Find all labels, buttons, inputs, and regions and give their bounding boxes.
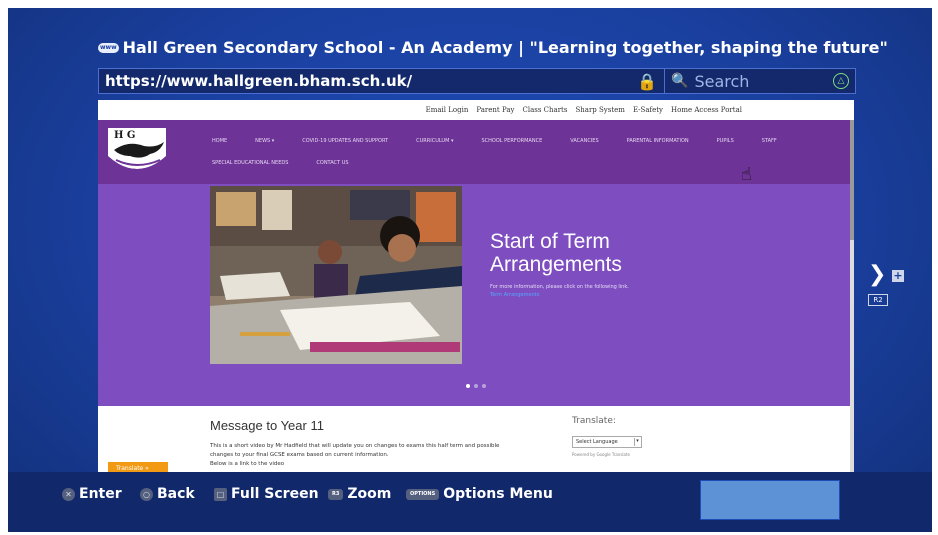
nav-school-performance[interactable]: SCHOOL PERFORMANCE [482,138,543,144]
enter-control[interactable]: ✕ Enter [62,486,122,502]
carousel-dots [466,384,486,388]
scrollbar-thumb[interactable] [850,120,854,240]
circle-button-icon: ○ [140,487,153,501]
nav-row-1: HOME NEWS ▾ COVID-19 UPDATES AND SUPPORT… [212,138,777,144]
top-link-class-charts[interactable]: Class Charts [523,106,568,114]
carousel-dot-1[interactable] [466,384,470,388]
nav-contact-us[interactable]: CONTACT US [316,160,348,166]
nav-vacancies[interactable]: VACANCIES [570,138,598,144]
hero-link[interactable]: Term Arrangements [490,292,539,298]
translate-label: Translate: [572,416,616,426]
square-button-icon: □ [214,487,227,501]
nav-covid-updates[interactable]: COVID-19 UPDATES AND SUPPORT [302,138,388,144]
hero-title: Start of Term Arrangements [490,230,622,276]
webpage-viewport[interactable]: Email Login Parent Pay Class Charts Shar… [98,100,854,472]
url-text: https://www.hallgreen.bham.sch.uk/ [105,72,413,90]
top-links: Email Login Parent Pay Class Charts Shar… [426,106,742,114]
nav-curriculum[interactable]: CURRICULUM ▾ [416,138,453,144]
options-button-icon: OPTIONS [406,488,440,500]
svg-text:H G: H G [114,130,135,141]
hand-cursor-icon: ☝ [741,164,752,185]
blank-preview-box [700,480,840,520]
top-link-e-safety[interactable]: E-Safety [633,106,663,114]
www-icon: www [98,42,119,53]
carousel-dot-2[interactable] [474,384,478,388]
nav-parental-information[interactable]: PARENTAL INFORMATION [627,138,689,144]
cross-button-icon: ✕ [62,487,75,501]
hero-photo [210,186,462,364]
school-logo[interactable]: H G [104,126,170,178]
message-body: This is a short video by Mr Hadfield tha… [210,443,500,467]
search-icon: 🔍 [671,73,689,89]
site-nav-bar: H G HOME NEWS ▾ COVID-19 UPDATES AND SUP… [98,120,854,185]
triangle-button-icon: △ [833,73,849,89]
top-link-sharp-system[interactable]: Sharp System [575,106,624,114]
full-screen-control[interactable]: □ Full Screen [214,486,319,502]
options-menu-control[interactable]: OPTIONS Options Menu [406,486,553,502]
nav-pupils[interactable]: PUPILS [717,138,734,144]
page-title: Hall Green Secondary School - An Academy… [122,38,888,57]
zoom-control[interactable]: R3 Zoom [328,486,391,502]
top-link-parent-pay[interactable]: Parent Pay [476,106,514,114]
nav-home[interactable]: HOME [212,138,227,144]
message-title: Message to Year 11 [210,418,324,433]
ps4-browser-screen: www Hall Green Secondary School - An Aca… [8,8,932,532]
r3-button-icon: R3 [328,488,344,500]
nav-special-educational-needs[interactable]: SPECIAL EDUCATIONAL NEEDS [212,160,288,166]
back-control[interactable]: ○ Back [140,486,195,502]
chevron-down-icon: ▾ [634,438,640,446]
top-link-email-login[interactable]: Email Login [426,106,469,114]
lock-icon: 🔒 [637,72,657,91]
top-link-home-access-portal[interactable]: Home Access Portal [671,106,742,114]
carousel-dot-3[interactable] [482,384,486,388]
chevron-right-icon[interactable]: ❯ [868,262,886,287]
powered-by-text: Powered by Google Translate [572,452,630,457]
nav-row-2: SPECIAL EDUCATIONAL NEEDS CONTACT US [212,160,349,166]
translate-button[interactable]: Translate » [108,462,168,472]
page-title-bar: www Hall Green Secondary School - An Aca… [98,38,888,57]
new-tab-plus-icon[interactable]: + [892,270,904,282]
url-bar[interactable]: https://www.hallgreen.bham.sch.uk/ 🔒 [98,68,666,94]
hero-banner: Start of Term Arrangements For more info… [98,184,854,406]
search-placeholder: Search [694,71,750,91]
hero-subtitle: For more information, please click on th… [490,284,629,290]
nav-news[interactable]: NEWS ▾ [255,138,274,144]
r2-button-icon: R2 [868,294,888,306]
search-bar[interactable]: 🔍 Search △ [664,68,856,94]
nav-staff[interactable]: STAFF [762,138,777,144]
language-select[interactable]: Select Language ▾ [572,436,642,448]
controller-hint-bar: ✕ Enter ○ Back □ Full Screen R3 Zoom OPT… [8,472,932,532]
